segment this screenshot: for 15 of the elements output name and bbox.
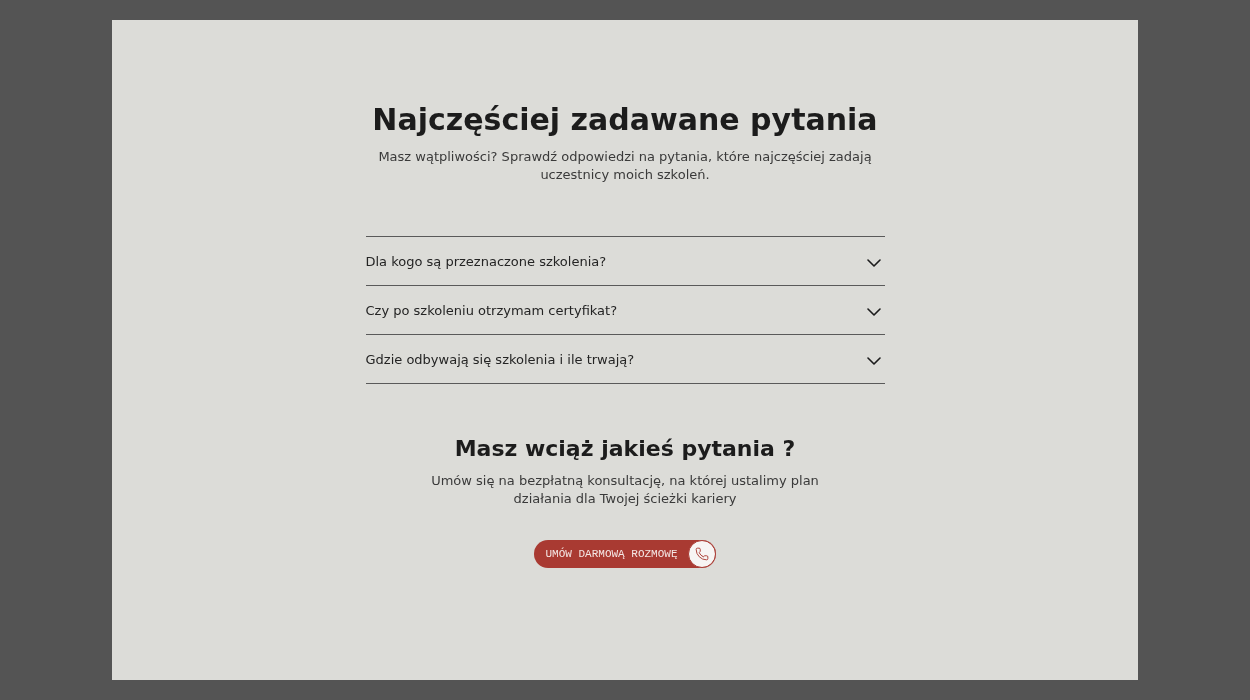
contact-text: Umów się na bezpłatną konsultację, na której ustalimy plan działania dla Twojej ścieżki kariery bbox=[430, 472, 820, 508]
faq-subtitle: Masz wątpliwości? Sprawdź odpowiedzi na pytania, które najczęściej zadają uczestnicy moich szkoleń. bbox=[377, 148, 873, 184]
chevron-icon bbox=[866, 357, 881, 365]
faq-item[interactable]: Gdzie odbywają się szkolenia i ile trwają? bbox=[365, 335, 885, 384]
faq-question: Czy po szkoleniu otrzymam certyfikat? bbox=[365, 302, 618, 318]
faq-question: Dla kogo są przeznaczone szkolenia? bbox=[365, 253, 607, 269]
free-call-button[interactable]: UMÓW DARMOWĄ ROZMOWĘ bbox=[534, 540, 716, 568]
contact-heading: Masz wciąż jakieś pytania ? bbox=[454, 435, 796, 463]
faq-item[interactable]: Dla kogo są przeznaczone szkolenia? bbox=[365, 237, 885, 286]
chevron-icon bbox=[866, 308, 881, 316]
phone-icon bbox=[687, 540, 716, 568]
chevron-icon bbox=[866, 259, 881, 267]
faq-title: Najczęściej zadawane pytania bbox=[372, 101, 878, 139]
faq-item[interactable]: Czy po szkoleniu otrzymam certyfikat? bbox=[365, 286, 885, 335]
faq-question: Gdzie odbywają się szkolenia i ile trwają? bbox=[365, 351, 635, 367]
